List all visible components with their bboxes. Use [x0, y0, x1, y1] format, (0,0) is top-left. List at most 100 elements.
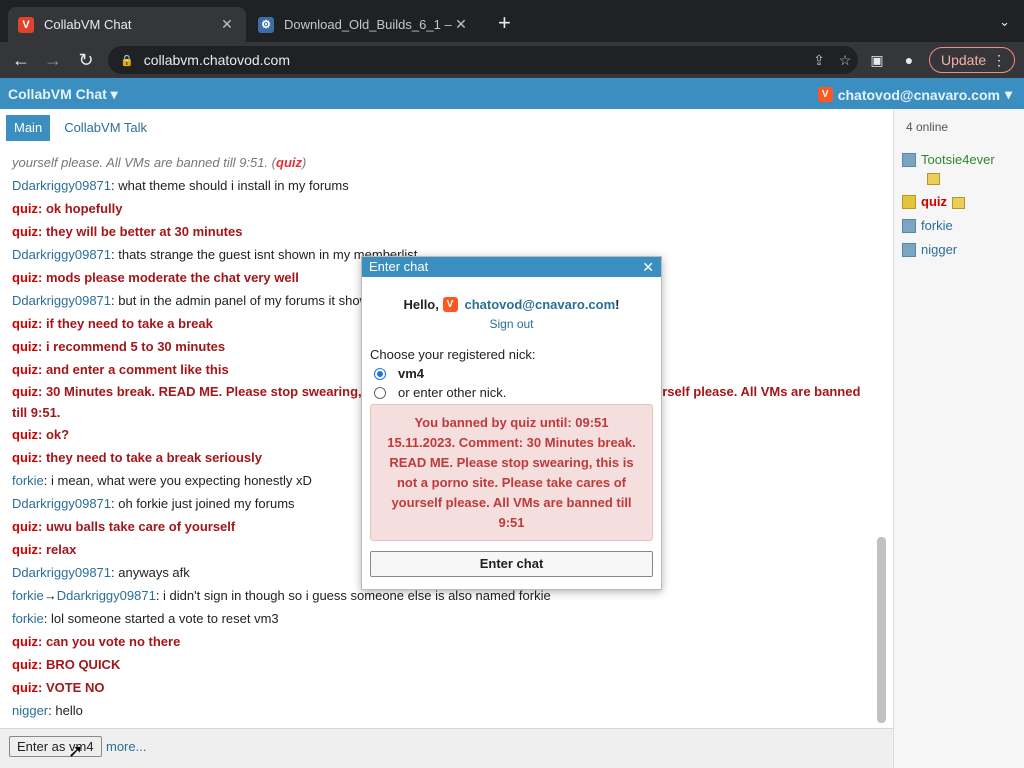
tab-search-chevron-icon[interactable]: ⌄ — [999, 14, 1010, 30]
close-icon[interactable]: ✕ — [642, 257, 654, 277]
online-count: 4 online — [906, 120, 949, 134]
message-nick[interactable]: quiz — [12, 634, 38, 649]
side-panel-icon[interactable]: ▣ — [866, 49, 888, 71]
dialog-title: Enter chat — [369, 259, 429, 274]
message-text: : they need to take a break seriously — [38, 450, 262, 465]
forward-icon[interactable]: → — [42, 49, 64, 71]
sign-out-link[interactable]: Sign out — [362, 317, 661, 331]
message-nick[interactable]: quiz — [12, 680, 38, 695]
message-nick[interactable]: Ddarkriggy09871 — [12, 178, 111, 193]
message-text: : they will be better at 30 minutes — [38, 224, 243, 239]
room-tabs: Main CollabVM Talk — [6, 115, 161, 141]
message-nick[interactable]: quiz — [12, 657, 38, 672]
online-user[interactable]: nigger — [902, 241, 1022, 259]
browser-tab-collabvm[interactable]: V CollabVM Chat ✕ — [8, 7, 246, 42]
nick-option-vm4[interactable]: vm4 — [374, 366, 661, 381]
message-nick[interactable]: quiz — [12, 542, 38, 557]
enter-chat-button[interactable]: Enter chat — [370, 551, 653, 577]
user-entry: nigger — [921, 241, 957, 259]
scrollbar-thumb[interactable] — [877, 537, 886, 723]
message-text: : but in the admin panel of my forums it… — [111, 293, 376, 308]
message-text: : uwu balls take care of yourself — [38, 519, 236, 534]
message-nick[interactable]: forkie — [12, 473, 44, 488]
message-nick[interactable]: quiz — [12, 427, 38, 442]
message-nick[interactable]: quiz — [276, 155, 302, 170]
share-icon[interactable]: ⇪ — [806, 52, 832, 69]
close-tab-icon[interactable]: ✕ — [218, 16, 236, 33]
message-nick[interactable]: Ddarkriggy09871 — [12, 565, 111, 580]
bookmark-star-icon[interactable]: ☆ — [832, 52, 858, 69]
nick-option-other[interactable]: or enter other nick. — [374, 385, 661, 400]
message-nick[interactable]: quiz — [12, 201, 38, 216]
address-bar[interactable]: 🔒 collabvm.chatovod.com ⇪ ☆ — [108, 46, 858, 74]
message-text: : can you vote no there — [38, 634, 181, 649]
message-nick[interactable]: nigger — [12, 703, 48, 718]
message-nick[interactable]: Ddarkriggy09871 — [12, 293, 111, 308]
user-menu[interactable]: V chatovod@cnavaro.com ▾ — [817, 86, 1012, 103]
message-text: : if they need to take a break — [38, 316, 213, 331]
enter-as-button[interactable]: Enter as vm4 — [9, 736, 102, 757]
url-text: collabvm.chatovod.com — [143, 52, 290, 68]
user-name[interactable]: forkie — [921, 218, 953, 233]
message-nick[interactable]: quiz — [12, 384, 38, 399]
tab-collabvm-talk[interactable]: CollabVM Talk — [56, 115, 155, 141]
new-tab-icon[interactable]: + — [498, 12, 511, 34]
user-email: chatovod@cnavaro.com — [837, 86, 1000, 103]
user-avatar-icon — [902, 243, 916, 257]
radio-selected[interactable] — [374, 367, 386, 380]
chevron-down-icon: ▾ — [1004, 86, 1012, 102]
online-user[interactable]: Tootsie4ever — [902, 151, 1022, 187]
message-nick[interactable]: quiz — [12, 270, 38, 285]
message-nick[interactable]: quiz — [12, 339, 38, 354]
chat-message: nigger: hello — [12, 699, 862, 722]
user-avatar-icon — [902, 195, 916, 209]
chat-message: quiz: ok hopefully — [12, 197, 862, 220]
enter-chat-dialog: Enter chat ✕ Hello, V chatovod@cnavaro.c… — [361, 256, 662, 590]
browser-tab-download[interactable]: ⚙ Download_Old_Builds_6_1 – O ✕ — [248, 7, 480, 42]
tab-title: Download_Old_Builds_6_1 – O — [284, 17, 452, 32]
user-name[interactable]: Tootsie4ever — [921, 152, 995, 167]
chat-message: forkie: lol someone started a vote to re… — [12, 607, 862, 630]
message-text: : relax — [38, 542, 77, 557]
online-user[interactable]: quiz — [902, 193, 1022, 211]
input-bar: Enter as vm4 more... — [0, 728, 893, 768]
back-icon[interactable]: ← — [10, 49, 32, 71]
message-nick[interactable]: quiz — [12, 316, 38, 331]
message-nick[interactable]: quiz — [12, 224, 38, 239]
update-button[interactable]: Update ⋮ — [929, 47, 1015, 73]
message-nick[interactable]: Ddarkriggy09871 — [12, 496, 111, 511]
radio-unselected[interactable] — [374, 386, 386, 399]
app-title-menu[interactable]: CollabVM Chat ▾ — [8, 86, 118, 103]
tab-main[interactable]: Main — [6, 115, 51, 141]
message-nick[interactable]: forkie — [12, 611, 44, 626]
app-header: CollabVM Chat ▾ V chatovod@cnavaro.com ▾ — [0, 78, 1024, 109]
greeting: Hello, V chatovod@cnavaro.com ! — [403, 297, 620, 312]
online-users-panel: 4 online Tootsie4ever quiz forkie nigger — [893, 109, 1024, 768]
message-nick[interactable]: quiz — [12, 519, 38, 534]
message-nick[interactable]: Ddarkriggy09871 — [57, 588, 156, 603]
user-name[interactable]: nigger — [921, 242, 957, 257]
dialog-email[interactable]: chatovod@cnavaro.com — [465, 297, 616, 312]
message-text: : BRO QUICK — [38, 657, 121, 672]
browser-toolbar: ← → ↻ 🔒 collabvm.chatovod.com ⇪ ☆ ▣ ● Up… — [0, 42, 1024, 78]
online-user[interactable]: forkie — [902, 217, 1022, 235]
more-link[interactable]: more... — [106, 739, 146, 754]
moderator-badge-icon — [927, 172, 940, 185]
message-text: : ok? — [38, 427, 70, 442]
user-name[interactable]: quiz — [921, 194, 947, 209]
message-nick[interactable]: quiz — [12, 450, 38, 465]
reload-icon[interactable]: ↻ — [75, 49, 97, 71]
message-text: : oh forkie just joined my forums — [111, 496, 295, 511]
browser-tab-bar: V CollabVM Chat ✕ ⚙ Download_Old_Builds_… — [0, 0, 1024, 42]
close-tab-icon[interactable]: ✕ — [452, 16, 470, 33]
pm-arrow-icon: → — [43, 588, 57, 603]
profile-icon[interactable]: ● — [898, 49, 920, 71]
tab-title: CollabVM Chat — [44, 17, 132, 32]
message-text: : and enter a comment like this — [38, 362, 229, 377]
kebab-menu-icon[interactable]: ⋮ — [992, 52, 1006, 69]
message-nick[interactable]: forkie — [12, 588, 44, 603]
user-avatar-icon — [902, 153, 916, 167]
message-nick[interactable]: quiz — [12, 362, 38, 377]
message-nick[interactable]: Ddarkriggy09871 — [12, 247, 111, 262]
chatovod-logo-icon: V — [817, 87, 833, 102]
